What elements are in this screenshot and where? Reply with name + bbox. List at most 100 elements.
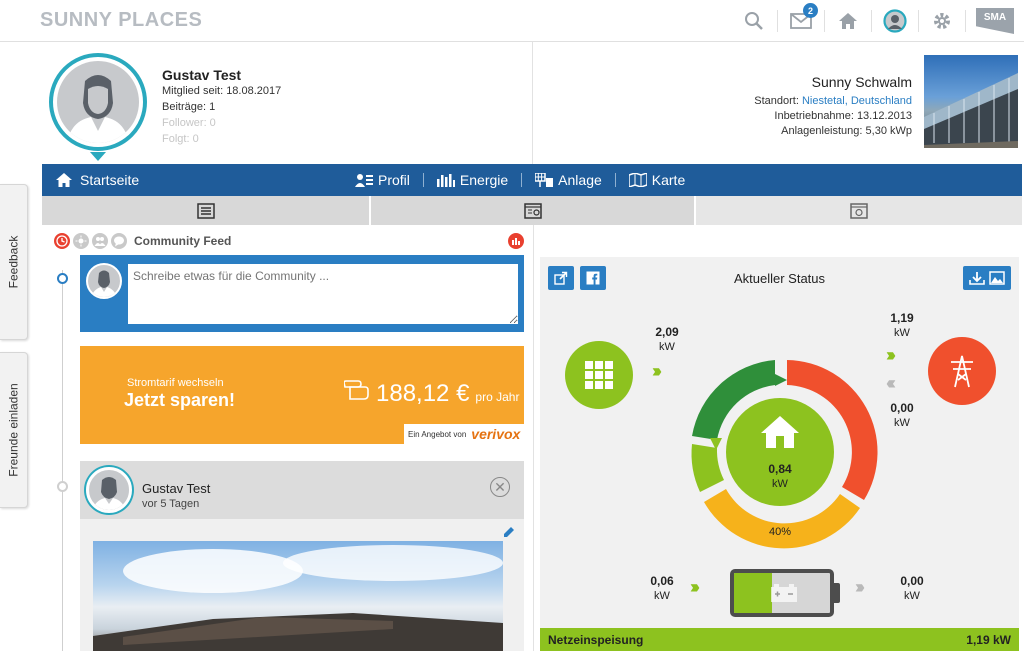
invite-friends-tab[interactable]: Freunde einladen [0, 352, 28, 508]
grid-connection[interactable] [928, 337, 996, 405]
pointing-hand-icon [344, 380, 369, 400]
tab-feed[interactable] [42, 196, 371, 225]
status-column: Aktueller Status 0,84 kW 40% 2,09 kW ›››… [533, 225, 1024, 651]
ad-subtitle: Stromtarif wechseln [127, 377, 224, 389]
top-icons: 2 SMA [741, 3, 1014, 36]
gear-icon[interactable] [929, 8, 955, 34]
profile-section: Gustav Test Mitglied seit: 18.08.2017 Be… [42, 42, 532, 164]
following-count[interactable]: Folgt: 0 [162, 133, 199, 145]
pv-value: 2,09 [655, 325, 679, 339]
house-value: 0,84 [768, 462, 792, 476]
grid-in-value: 1,19 [890, 311, 914, 325]
nav-home[interactable]: Startseite [56, 172, 139, 188]
plant-power: Anlagenleistung: 5,30 kWp [781, 125, 912, 137]
post-header: Gustav Test vor 5 Tagen ✕ [80, 461, 524, 519]
messages-icon[interactable]: 2 [788, 3, 818, 34]
plant-location-label: Standort: [754, 95, 802, 107]
status-view-icon [850, 202, 868, 219]
post-image[interactable] [93, 541, 503, 651]
feed-stats-icon[interactable] [508, 233, 524, 249]
battery-in-unit: kW [654, 590, 670, 602]
post-avatar[interactable] [86, 467, 132, 513]
grid-feed-value: 1,19 kW [966, 632, 1011, 647]
user-silhouette-icon [91, 270, 117, 297]
divider [521, 173, 523, 187]
filter-chat-icon[interactable] [111, 233, 127, 249]
filter-sun-icon[interactable] [73, 233, 89, 249]
post-time: vor 5 Tagen [142, 498, 200, 510]
member-since: Mitglied seit: 18.08.2017 [162, 85, 282, 97]
divider [965, 10, 966, 32]
grid-out-unit: kW [894, 417, 910, 429]
building-image [924, 73, 1018, 148]
divider [777, 10, 778, 32]
timeline-dot [57, 273, 68, 284]
tariff-ad[interactable]: Stromtarif wechseln Jetzt sparen! 188,12… [80, 346, 524, 444]
chevrons-right-icon: ››› [886, 345, 896, 365]
ad-price: 188,12 € [376, 380, 470, 407]
chevrons-right-icon: ››› [855, 577, 865, 597]
filter-clock-icon[interactable] [54, 233, 70, 249]
main-nav: Startseite Profil Energie Anlage Karte [42, 164, 1022, 196]
grid-feed-label: Netzeinspeisung [548, 632, 644, 647]
edit-icon[interactable] [504, 524, 514, 542]
nav-item-energie[interactable]: Energie [436, 172, 508, 188]
filter-people-icon[interactable] [92, 233, 108, 249]
user-silhouette-icon [92, 477, 126, 510]
followers-count[interactable]: Follower: 0 [162, 117, 216, 129]
app-logo[interactable]: SUNNY PLACES [40, 9, 202, 32]
battery-fill [734, 573, 773, 613]
grid-in-unit: kW [894, 327, 910, 339]
sma-logo[interactable]: SMA [976, 8, 1014, 34]
house-consumption: 0,84 kW [759, 462, 801, 492]
user-silhouette-icon [67, 75, 129, 143]
chevrons-left-icon: ‹‹‹ [886, 373, 896, 393]
house-unit: kW [772, 478, 788, 490]
pv-generator[interactable] [565, 341, 633, 409]
compose-box [80, 255, 524, 332]
notification-badge: 2 [803, 3, 818, 18]
feed-title: Community Feed [134, 234, 232, 248]
tab-status[interactable] [696, 196, 1022, 225]
ad-headline: Jetzt sparen! [124, 390, 236, 410]
grid-purchase: 0,00 kW [880, 401, 924, 431]
feedback-tab-label: Feedback [6, 235, 21, 289]
pv-unit: kW [659, 341, 675, 353]
tab-split-view[interactable] [371, 196, 696, 225]
feedback-tab[interactable]: Feedback [0, 184, 28, 340]
plant-name: Sunny Schwalm [811, 74, 912, 90]
profile-avatar[interactable] [49, 53, 147, 151]
battery-indicator[interactable] [730, 569, 834, 617]
battery-in-value: 0,06 [650, 574, 674, 588]
divider [918, 10, 919, 32]
plant-location-link[interactable]: Niestetal, Deutschland [802, 95, 912, 107]
post-author[interactable]: Gustav Test [142, 481, 210, 496]
plant-photo[interactable] [924, 55, 1018, 148]
battery-discharge: 0,00 kW [890, 574, 934, 604]
plant-section: Sunny Schwalm Standort: Niestetal, Deuts… [533, 42, 1024, 164]
search-icon[interactable] [741, 8, 767, 34]
timeline-dot [57, 481, 68, 492]
divider [422, 173, 424, 187]
grid-feed-in: 1,19 kW [880, 311, 924, 341]
grid-feed-bar: Netzeinspeisung 1,19 kW [540, 628, 1019, 651]
nav-item-anlage[interactable]: Anlage [535, 172, 602, 188]
map-icon [628, 173, 647, 187]
download-image-button[interactable] [963, 266, 1011, 290]
divider [824, 10, 825, 32]
chevrons-right-icon: ››› [690, 577, 700, 597]
divider [871, 10, 872, 32]
user-avatar-icon[interactable] [882, 8, 908, 34]
close-icon[interactable]: ✕ [490, 477, 510, 497]
battery-out-value: 0,00 [900, 574, 924, 588]
nav-item-karte[interactable]: Karte [628, 172, 685, 188]
home-icon[interactable] [835, 8, 861, 34]
profile-name: Gustav Test [162, 67, 242, 83]
nav-items: Profil Energie Anlage Karte [355, 172, 685, 188]
compose-input[interactable] [128, 264, 518, 324]
timeline-line [62, 270, 63, 651]
plant-commissioning: Inbetriebnahme: 13.12.2013 [774, 110, 912, 122]
nav-item-profil[interactable]: Profil [355, 172, 410, 188]
top-bar: SUNNY PLACES 2 SMA [0, 0, 1024, 42]
feed-header: Community Feed [54, 233, 231, 249]
